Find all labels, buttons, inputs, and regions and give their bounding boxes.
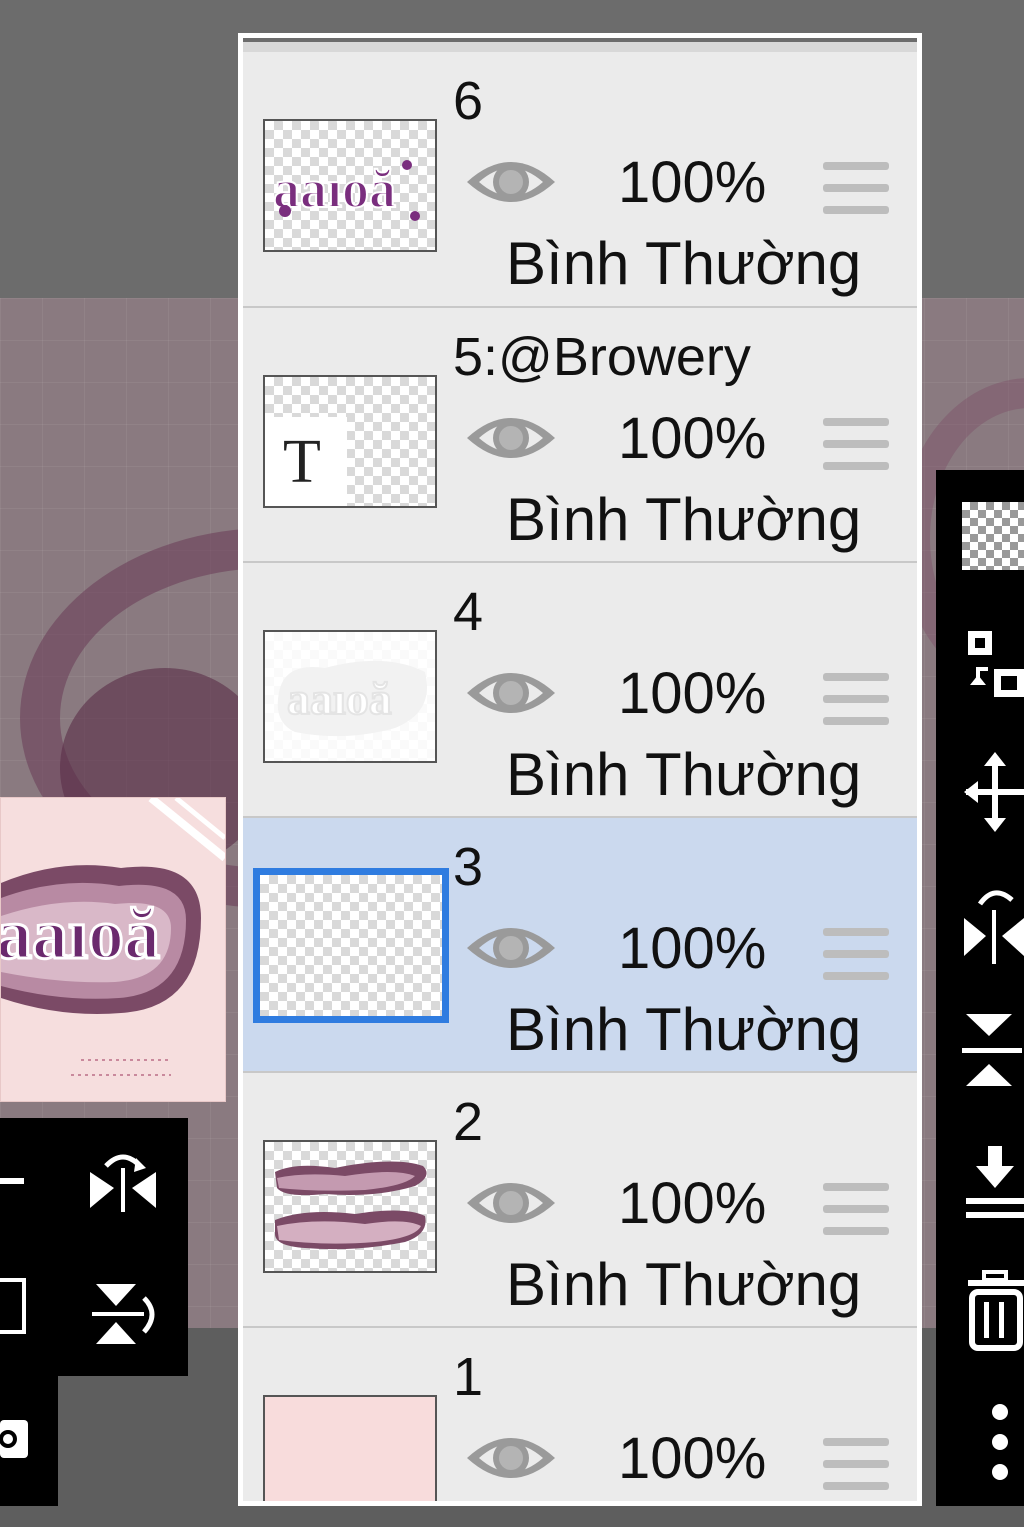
- merge-down-icon[interactable]: [962, 1142, 1024, 1222]
- swap-layers-icon[interactable]: [964, 625, 1024, 705]
- layer-blend-mode[interactable]: Bình Thường: [506, 1000, 861, 1060]
- layer-thumbnail[interactable]: [263, 1395, 437, 1501]
- text-layer-t-label: T: [283, 428, 321, 496]
- layer-opacity[interactable]: 100%: [618, 1175, 766, 1233]
- drag-handle-icon[interactable]: [823, 673, 889, 729]
- layer-name[interactable]: 3: [453, 840, 483, 894]
- visibility-eye-icon[interactable]: [465, 661, 557, 725]
- layer-blend-mode[interactable]: Bình Thường: [506, 745, 861, 805]
- lettering-thumbnail-art: aaıoă: [272, 158, 420, 221]
- flip-horizontal-icon[interactable]: [962, 880, 1024, 964]
- layer-opacity[interactable]: 100%: [618, 920, 766, 978]
- visibility-eye-icon[interactable]: [465, 406, 557, 470]
- svg-text:aaıoă: aaıoă: [273, 159, 396, 219]
- layer-thumbnail[interactable]: T: [263, 375, 437, 508]
- layer-row[interactable]: aaıoă 6 100% Bình Thường: [243, 52, 917, 308]
- layer-row[interactable]: 1 100%: [243, 1328, 917, 1501]
- left-toolbar: [0, 1118, 188, 1376]
- drag-handle-icon[interactable]: [823, 418, 889, 474]
- flip-vertical-icon[interactable]: [962, 1010, 1024, 1090]
- layer-name[interactable]: 4: [453, 585, 483, 639]
- visibility-eye-icon[interactable]: [465, 1171, 557, 1235]
- layer-thumbnail[interactable]: aaıoă: [263, 119, 437, 252]
- layer-list[interactable]: aaıoă 6 100% Bình Thường T 5:@Browery 10…: [243, 38, 917, 1501]
- camera-icon[interactable]: [0, 1412, 30, 1462]
- panel-top-edge: [243, 38, 917, 52]
- drag-handle-icon[interactable]: [823, 162, 889, 218]
- layer-opacity[interactable]: 100%: [618, 410, 766, 468]
- canvas-preview[interactable]: aaıoă: [0, 797, 226, 1102]
- right-toolbar: [936, 470, 1024, 1506]
- more-vertical-icon[interactable]: [988, 1402, 1012, 1482]
- add-layer-icon[interactable]: [0, 1278, 26, 1334]
- layer-row[interactable]: T 5:@Browery 100% Bình Thường: [243, 308, 917, 563]
- layer-thumbnail[interactable]: aaıoă: [263, 630, 437, 763]
- layer-blend-mode[interactable]: Bình Thường: [506, 490, 861, 550]
- svg-text:aaıoă: aaıoă: [1, 894, 160, 974]
- pink-waves-thumbnail-art: [275, 1161, 427, 1250]
- drag-handle-icon[interactable]: [823, 1183, 889, 1239]
- layer-blend-mode[interactable]: Bình Thường: [506, 234, 861, 294]
- layer-row-selected[interactable]: 3 100% Bình Thường: [243, 818, 917, 1073]
- layer-opacity[interactable]: 100%: [618, 1430, 766, 1488]
- text-layer-glyph: T: [265, 417, 347, 506]
- minus-icon[interactable]: [0, 1178, 24, 1184]
- layer-blend-mode[interactable]: Bình Thường: [506, 1255, 861, 1315]
- drag-handle-icon[interactable]: [823, 1438, 889, 1494]
- visibility-eye-icon[interactable]: [465, 916, 557, 980]
- layer-opacity[interactable]: 100%: [618, 154, 766, 212]
- preview-artwork: aaıoă: [1, 798, 225, 1101]
- layer-name[interactable]: 2: [453, 1095, 483, 1149]
- layer-row[interactable]: aaıoă 4 100% Bình Thường: [243, 563, 917, 818]
- white-outline-thumbnail-art: aaıoă: [265, 632, 435, 761]
- layer-opacity[interactable]: 100%: [618, 665, 766, 723]
- move-icon[interactable]: [964, 752, 1024, 832]
- layer-panel: aaıoă 6 100% Bình Thường T 5:@Browery 10…: [238, 33, 922, 1506]
- transparency-icon[interactable]: [962, 502, 1024, 570]
- layer-thumbnail[interactable]: [263, 1140, 437, 1273]
- flip-vertical-icon[interactable]: [88, 1278, 158, 1348]
- layer-thumbnail[interactable]: [253, 868, 449, 1023]
- layer-name[interactable]: 1: [453, 1350, 483, 1404]
- trash-icon[interactable]: [966, 1270, 1024, 1352]
- svg-text:aaıoă: aaıoă: [287, 673, 392, 724]
- drag-handle-icon[interactable]: [823, 928, 889, 984]
- visibility-eye-icon[interactable]: [465, 1426, 557, 1490]
- visibility-eye-icon[interactable]: [465, 150, 557, 214]
- layer-row[interactable]: 2 100% Bình Thường: [243, 1073, 917, 1328]
- flip-horizontal-icon[interactable]: [86, 1148, 160, 1212]
- layer-name[interactable]: 6: [453, 74, 483, 128]
- left-toolbar-extension: [0, 1376, 58, 1506]
- layer-name[interactable]: 5:@Browery: [453, 330, 751, 384]
